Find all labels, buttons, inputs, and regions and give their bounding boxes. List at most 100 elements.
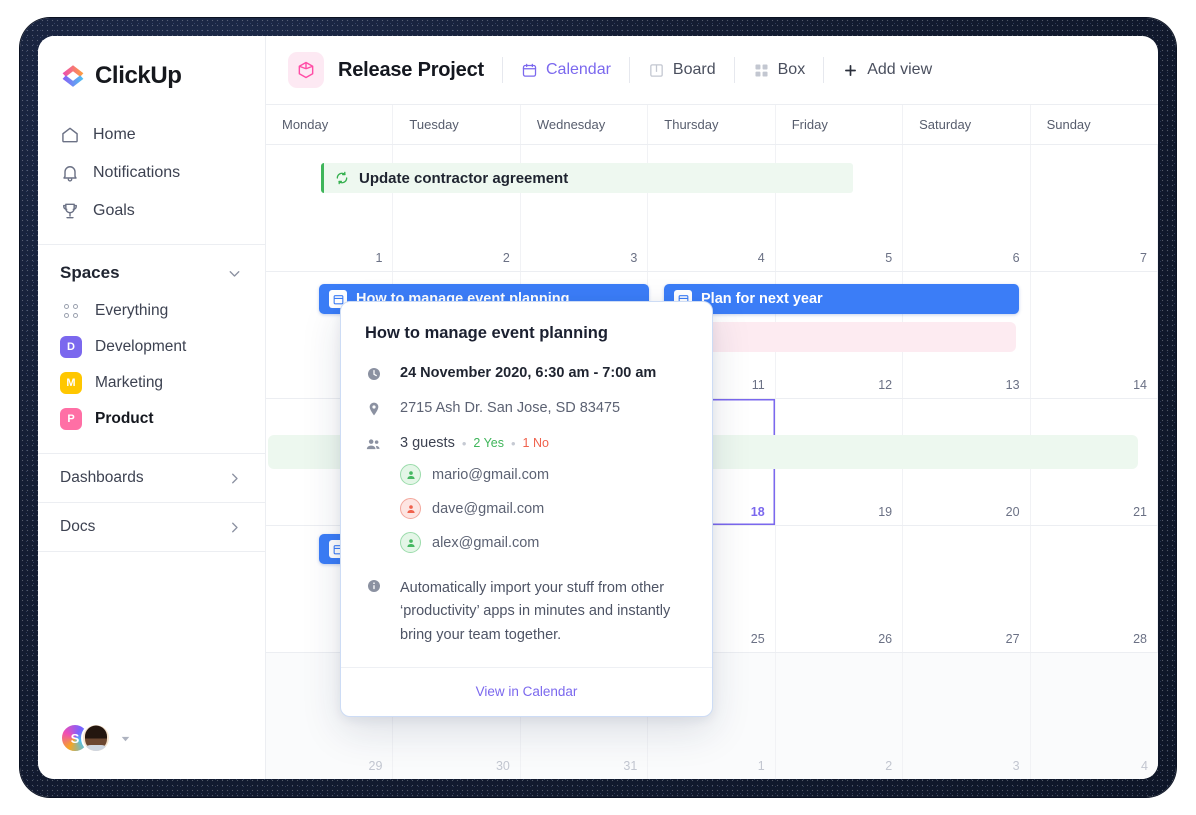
dots-grid-icon <box>60 300 82 322</box>
dow-saturday: Saturday <box>903 105 1030 144</box>
day-cell[interactable]: 27 <box>903 526 1030 652</box>
day-number: 29 <box>369 759 383 773</box>
day-number: 4 <box>758 251 765 265</box>
user-avatars[interactable]: S <box>38 723 265 779</box>
bell-icon <box>60 163 80 183</box>
clock-icon <box>365 365 382 382</box>
guest-count: 3 guests <box>400 435 455 451</box>
day-number: 26 <box>878 632 892 646</box>
guest-yes-count: 2 Yes <box>473 436 504 450</box>
tab-board[interactable]: Board <box>648 61 716 79</box>
popup-body: How to manage event planning 24 November… <box>341 302 712 667</box>
device-frame: ClickUp Home Notifications <box>20 18 1176 797</box>
popup-guests-row: 3 guests • 2 Yes • 1 No <box>365 435 688 553</box>
avatar-user[interactable] <box>81 723 111 753</box>
page-title: Release Project <box>338 59 484 82</box>
sidebar-spacer <box>38 552 265 723</box>
primary-nav: Home Notifications Goals <box>38 112 265 244</box>
calendar-icon <box>521 62 538 79</box>
sidebar-item-docs[interactable]: Docs <box>38 503 265 551</box>
top-toolbar: Release Project Calendar Board <box>266 36 1158 105</box>
main-content: Release Project Calendar Board <box>266 36 1158 779</box>
day-number: 7 <box>1140 251 1147 265</box>
space-label: Development <box>95 338 186 356</box>
guest-avatar-declined-icon <box>400 498 421 519</box>
day-number: 11 <box>752 378 765 392</box>
trophy-icon <box>60 201 80 221</box>
guest-item[interactable]: mario@gmail.com <box>400 464 688 485</box>
sidebar-item-product[interactable]: P Product <box>38 401 265 437</box>
sidebar-item-label: Notifications <box>93 164 180 182</box>
day-number: 31 <box>623 759 637 773</box>
popup-description: Automatically import your stuff from oth… <box>400 577 688 647</box>
event-update-contractor-agreement[interactable]: Update contractor agreement <box>321 163 853 193</box>
tab-calendar[interactable]: Calendar <box>521 61 611 79</box>
tab-label: Calendar <box>546 61 611 79</box>
recurring-icon <box>334 170 350 186</box>
sidebar-item-goals[interactable]: Goals <box>38 192 265 230</box>
sidebar-item-dashboards[interactable]: Dashboards <box>38 454 265 502</box>
sidebar: ClickUp Home Notifications <box>38 36 266 779</box>
day-number: 13 <box>1006 378 1020 392</box>
guest-item[interactable]: alex@gmail.com <box>400 532 688 553</box>
guest-avatar-accepted-icon <box>400 464 421 485</box>
day-number: 1 <box>758 759 765 773</box>
day-cell[interactable]: 4 <box>1031 653 1158 779</box>
toolbar-divider <box>502 57 503 83</box>
guest-item[interactable]: dave@gmail.com <box>400 498 688 519</box>
info-icon <box>365 577 382 594</box>
sidebar-item-home[interactable]: Home <box>38 116 265 154</box>
view-in-calendar-link[interactable]: View in Calendar <box>476 684 578 699</box>
tab-box[interactable]: Box <box>753 61 806 79</box>
sidebar-item-marketing[interactable]: M Marketing <box>38 365 265 401</box>
box-icon <box>753 62 770 79</box>
sidebar-item-label: Docs <box>60 518 95 536</box>
dow-wednesday: Wednesday <box>521 105 648 144</box>
toolbar-divider <box>734 57 735 83</box>
chevron-right-icon <box>226 519 243 536</box>
popup-title: How to manage event planning <box>365 324 688 343</box>
people-icon <box>365 435 382 453</box>
space-avatar-development: D <box>60 336 82 358</box>
calendar-view: Monday Tuesday Wednesday Thursday Friday… <box>266 105 1158 779</box>
popup-guest-summary: 3 guests • 2 Yes • 1 No <box>400 435 688 451</box>
event-detail-popup: How to manage event planning 24 November… <box>340 301 713 717</box>
day-cell[interactable]: 6 <box>903 145 1030 271</box>
tab-label: Add view <box>867 61 932 79</box>
space-label: Everything <box>95 302 168 320</box>
home-icon <box>60 125 80 145</box>
location-pin-icon <box>365 400 382 417</box>
day-number: 14 <box>1133 378 1147 392</box>
day-cell[interactable]: 26 <box>776 526 903 652</box>
clickup-logo[interactable]: ClickUp <box>38 36 265 112</box>
add-view-button[interactable]: Add view <box>842 61 932 79</box>
toolbar-divider <box>629 57 630 83</box>
avatar-dropdown-icon[interactable] <box>119 732 132 745</box>
day-number: 20 <box>1006 505 1020 519</box>
separator-dot: • <box>462 436 467 451</box>
guest-email: alex@gmail.com <box>432 535 539 551</box>
project-icon <box>288 52 324 88</box>
dow-tuesday: Tuesday <box>393 105 520 144</box>
dow-sunday: Sunday <box>1031 105 1158 144</box>
day-cell[interactable]: 28 <box>1031 526 1158 652</box>
sidebar-item-everything[interactable]: Everything <box>38 293 265 329</box>
popup-footer: View in Calendar <box>341 667 712 716</box>
app-window: ClickUp Home Notifications <box>38 36 1158 779</box>
day-cell[interactable]: 7 <box>1031 145 1158 271</box>
event-plan-for-next-year[interactable]: Plan for next year <box>664 284 1019 314</box>
spaces-section-header[interactable]: Spaces <box>38 245 265 293</box>
day-cell[interactable]: 14 <box>1031 272 1158 398</box>
day-number: 19 <box>878 505 892 519</box>
day-cell[interactable]: 2 <box>776 653 903 779</box>
chevron-down-icon[interactable] <box>226 265 243 282</box>
popup-location-row: 2715 Ash Dr. San Jose, SD 83475 <box>365 400 688 417</box>
event-label: Update contractor agreement <box>359 170 568 187</box>
event-label: Plan for next year <box>701 291 823 307</box>
sidebar-item-notifications[interactable]: Notifications <box>38 154 265 192</box>
sidebar-item-development[interactable]: D Development <box>38 329 265 365</box>
day-cell[interactable]: 3 <box>903 653 1030 779</box>
guest-no-count: 1 No <box>523 436 549 450</box>
day-number: 1 <box>375 251 382 265</box>
guest-list: mario@gmail.com dave@gmail.com <box>400 464 688 553</box>
